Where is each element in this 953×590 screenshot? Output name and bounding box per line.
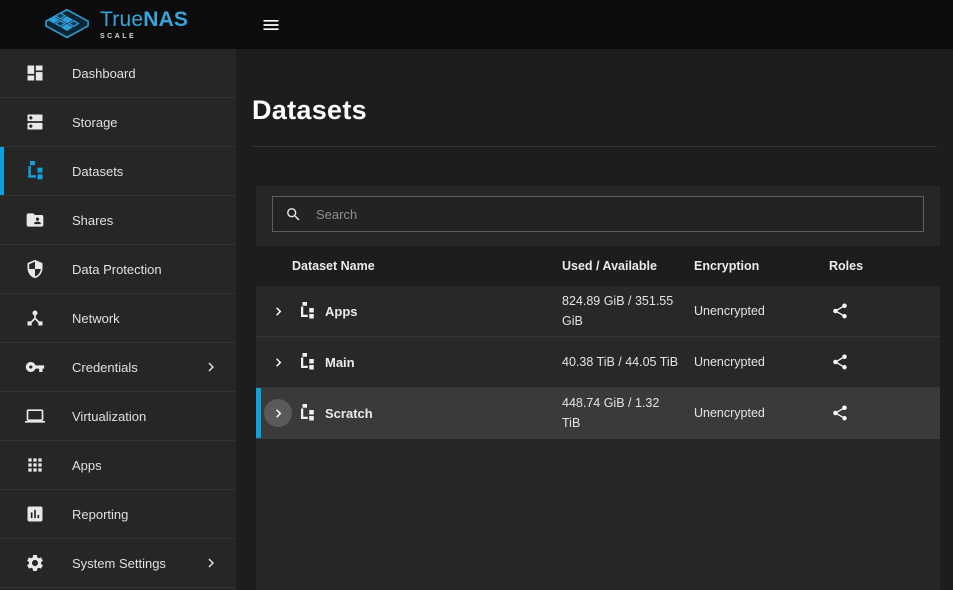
virtualization-icon (24, 405, 46, 427)
search-section (256, 186, 940, 246)
main-content: Datasets Dataset Name Used / Available E… (236, 49, 953, 590)
table-header-row: Dataset Name Used / Available Encryption… (256, 246, 940, 286)
sidebar-item-label: Apps (72, 458, 102, 473)
storage-icon (24, 111, 46, 133)
shares-icon (24, 209, 46, 231)
search-box[interactable] (272, 196, 924, 232)
sidebar-item-virtualization[interactable]: Virtualization (0, 392, 236, 441)
top-bar: TrueNAS SCALE (0, 0, 953, 49)
apps-icon (24, 454, 46, 476)
used-available-value: 448.74 GiB / 1.32 TiB (562, 393, 694, 433)
network-icon (24, 307, 46, 329)
sidebar-item-dashboard[interactable]: Dashboard (0, 49, 236, 98)
dashboard-icon (24, 62, 46, 84)
sidebar-item-storage[interactable]: Storage (0, 98, 236, 147)
used-available-value: 824.89 GiB / 351.55 GiB (562, 291, 694, 331)
reporting-icon (24, 503, 46, 525)
data-protection-icon (24, 258, 46, 280)
datasets-icon (24, 160, 46, 182)
expand-chevron-icon[interactable] (264, 399, 292, 427)
sidebar-nav: Dashboard Storage Datasets Shares Data P… (0, 49, 236, 590)
table-row[interactable]: Main 40.38 TiB / 44.05 TiB Unencrypted (256, 337, 940, 388)
brand-subtitle: SCALE (100, 33, 188, 40)
system-settings-icon (24, 552, 46, 574)
page-title: Datasets (236, 49, 953, 125)
sidebar-item-system-settings[interactable]: System Settings (0, 539, 236, 588)
truenas-logo-icon (44, 7, 90, 43)
sidebar-item-label: Credentials (72, 360, 138, 375)
column-header-roles: Roles (829, 259, 940, 273)
chevron-right-icon (202, 554, 220, 572)
datasets-card: Dataset Name Used / Available Encryption… (256, 186, 940, 590)
encryption-value: Unencrypted (694, 406, 829, 420)
share-icon[interactable] (829, 351, 851, 373)
sidebar-item-reporting[interactable]: Reporting (0, 490, 236, 539)
sidebar-item-network[interactable]: Network (0, 294, 236, 343)
credentials-icon (24, 356, 46, 378)
share-icon[interactable] (829, 402, 851, 424)
search-input[interactable] (314, 206, 911, 223)
sidebar-item-data-protection[interactable]: Data Protection (0, 245, 236, 294)
expand-chevron-icon[interactable] (264, 348, 292, 376)
sidebar-item-label: Data Protection (72, 262, 162, 277)
sidebar-item-label: Shares (72, 213, 113, 228)
menu-hamburger-icon[interactable] (258, 12, 284, 38)
encryption-value: Unencrypted (694, 304, 829, 318)
truenas-app-window: TrueNAS SCALE Dashboard Storage Datasets… (0, 0, 953, 590)
truenas-logo-text: TrueNAS SCALE (100, 9, 188, 40)
dataset-icon (298, 302, 316, 320)
sidebar-item-datasets[interactable]: Datasets (0, 147, 236, 196)
table-row[interactable]: Scratch 448.74 GiB / 1.32 TiB Unencrypte… (256, 388, 940, 439)
expand-chevron-icon[interactable] (264, 297, 292, 325)
sidebar-item-label: Reporting (72, 507, 128, 522)
column-header-used-available: Used / Available (562, 259, 694, 273)
encryption-value: Unencrypted (694, 355, 829, 369)
sidebar-item-apps[interactable]: Apps (0, 441, 236, 490)
table-row[interactable]: Apps 824.89 GiB / 351.55 GiB Unencrypted (256, 286, 940, 337)
sidebar-item-label: Storage (72, 115, 118, 130)
truenas-logo[interactable]: TrueNAS SCALE (0, 7, 236, 43)
dataset-name: Apps (325, 304, 358, 319)
sidebar-item-label: Dashboard (72, 66, 136, 81)
sidebar-item-label: System Settings (72, 556, 166, 571)
dataset-icon (298, 353, 316, 371)
chevron-right-icon (202, 358, 220, 376)
search-icon (285, 206, 302, 223)
sidebar-item-label: Datasets (72, 164, 123, 179)
sidebar-item-shares[interactable]: Shares (0, 196, 236, 245)
share-icon[interactable] (829, 300, 851, 322)
brand-name: TrueNAS (100, 9, 188, 30)
column-header-encryption: Encryption (694, 259, 829, 273)
dataset-icon (298, 404, 316, 422)
sidebar-item-label: Virtualization (72, 409, 146, 424)
dataset-name: Scratch (325, 406, 373, 421)
column-header-dataset-name: Dataset Name (256, 259, 562, 273)
sidebar-item-label: Network (72, 311, 120, 326)
title-divider (252, 146, 937, 147)
dataset-name: Main (325, 355, 355, 370)
sidebar-item-credentials[interactable]: Credentials (0, 343, 236, 392)
used-available-value: 40.38 TiB / 44.05 TiB (562, 352, 694, 372)
